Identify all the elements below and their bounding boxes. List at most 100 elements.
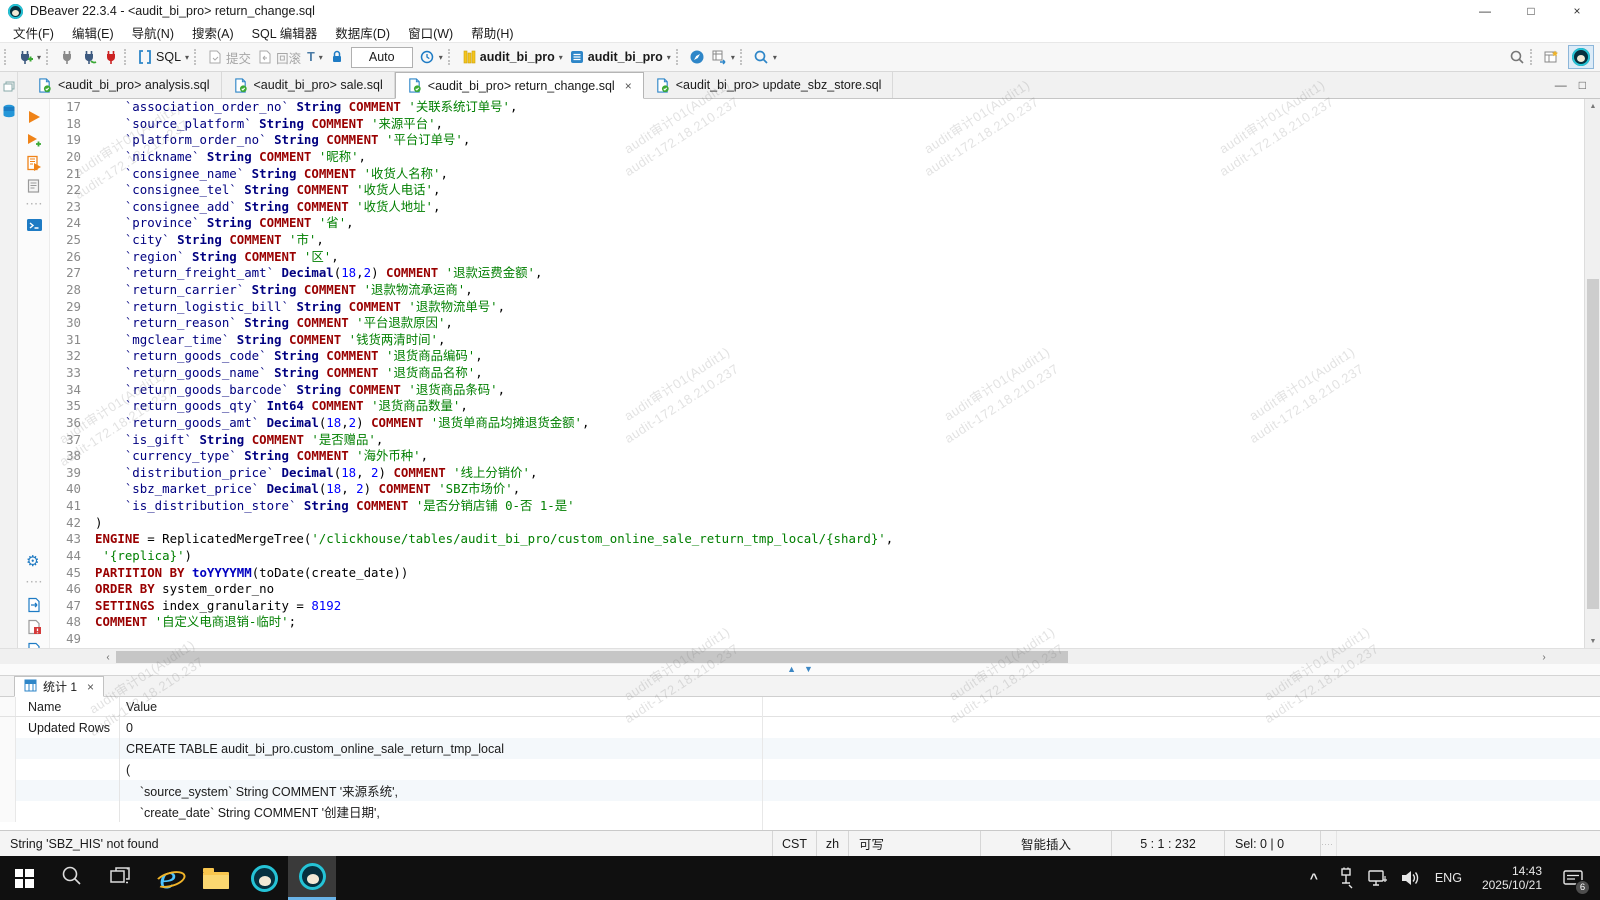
menu-item[interactable]: 文件(F) [4,22,63,43]
editor-tab[interactable]: <audit_bi_pro> update_sbz_store.sql [644,72,894,98]
code-line[interactable]: 23 `consignee_add` String COMMENT '收货人地址… [50,199,1584,216]
start-button[interactable] [0,856,48,900]
code-line[interactable]: 22 `consignee_tel` String COMMENT '收货人电话… [50,182,1584,199]
code-line[interactable]: 21 `consignee_name` String COMMENT '收货人名… [50,166,1584,183]
panel-splitter[interactable]: ▲ ▼ [0,664,1600,676]
file-alert-icon[interactable] [26,619,44,637]
code-line[interactable]: 48COMMENT '自定义电商退销-临时'; [50,614,1584,631]
code-line[interactable]: 39 `distribution_price` Decimal(18, 2) C… [50,465,1584,482]
minimize-button[interactable]: — [1462,0,1508,22]
code-line[interactable]: 45PARTITION BY toYYYYMM(toDate(create_da… [50,565,1584,582]
table-row[interactable]: `source_system` String COMMENT '来源系统', [0,780,1600,801]
rollback-button[interactable]: 回滚 [254,46,304,69]
maximize-button[interactable]: □ [1508,0,1554,22]
commit-button[interactable]: 提交 [204,46,254,69]
notification-center-button[interactable]: 6 [1556,864,1590,892]
explain-plan-icon[interactable] [26,178,44,196]
code-line[interactable]: 35 `return_goods_qty` Int64 COMMENT '退货商… [50,398,1584,415]
menu-item[interactable]: 编辑(E) [63,22,123,43]
search-dropdown-button[interactable]: ▾ [750,47,780,67]
editor-tab[interactable]: <audit_bi_pro> analysis.sql [26,72,222,98]
code-line[interactable]: 46ORDER BY system_order_no [50,581,1584,598]
database-navigator-icon[interactable] [2,104,16,125]
table-row[interactable]: Updated Rows0 [0,717,1600,738]
execute-script-icon[interactable] [26,155,44,173]
speaker-icon[interactable] [1397,864,1423,892]
language-indicator[interactable]: ENG [1429,871,1468,885]
close-button[interactable]: × [1554,0,1600,22]
new-connection-button[interactable]: ▾ [14,47,44,67]
code-line[interactable]: 41 `is_distribution_store` String COMMEN… [50,498,1584,515]
task-view-button[interactable] [96,856,144,900]
code-line[interactable]: 17 `association_order_no` String COMMENT… [50,99,1584,116]
table-row[interactable]: `create_date` String COMMENT '创建日期', [0,801,1600,822]
splitter-up-icon[interactable]: ▲ [787,665,796,674]
database-selector[interactable]: audit_bi_pro ▾ [458,47,566,67]
vscroll-thumb[interactable] [1587,279,1599,609]
export-file-icon[interactable] [26,597,44,615]
code-line[interactable]: 49 [50,631,1584,648]
scroll-left-icon[interactable]: ‹ [100,649,116,665]
dbeaver-taskbar-button[interactable] [240,856,288,900]
sql-editor-button[interactable]: SQL ▾ [134,47,192,67]
editor-tab[interactable]: <audit_bi_pro> sale.sql [222,72,395,98]
dbeaver-taskbar-button-active[interactable] [288,856,336,900]
code-line[interactable]: 47SETTINGS index_granularity = 8192 [50,598,1584,615]
column-header-name[interactable]: Name [16,697,120,716]
code-line[interactable]: 33 `return_goods_name` String COMMENT '退… [50,365,1584,382]
scroll-down-icon[interactable]: ▼ [1585,634,1600,648]
code-line[interactable]: 30 `return_reason` String COMMENT '平台退款原… [50,315,1584,332]
menu-item[interactable]: 帮助(H) [462,22,522,43]
editor-tab[interactable]: <audit_bi_pro> return_change.sql× [395,72,644,99]
dbeaver-perspective-button[interactable] [1568,45,1594,69]
export-button[interactable]: ▾ [708,47,738,67]
transaction-log-button[interactable]: ▾ [416,47,446,67]
connect-button[interactable] [56,47,78,67]
code-line[interactable]: 31 `mgclear_time` String COMMENT '钱货两清时间… [50,332,1584,349]
reconnect-button[interactable] [78,47,100,67]
menu-item[interactable]: 搜索(A) [183,22,243,43]
horizontal-scrollbar[interactable]: ‹ › [0,648,1600,664]
quick-search-button[interactable] [1506,47,1528,67]
code-line[interactable]: 27 `return_freight_amt` Decimal(18,2) CO… [50,265,1584,282]
code-line[interactable]: 43ENGINE = ReplicatedMergeTree('/clickho… [50,531,1584,548]
code-line[interactable]: 42) [50,515,1584,532]
menu-item[interactable]: SQL 编辑器 [243,22,327,43]
lock-button[interactable] [326,47,348,67]
settings-gear-icon[interactable]: ⚙ [26,554,44,572]
execute-new-tab-icon[interactable] [26,132,44,150]
minimize-view-icon[interactable]: — [1555,78,1567,92]
tray-chevron-up-icon[interactable]: ^ [1301,864,1327,892]
code-line[interactable]: 29 `return_logistic_bill` String COMMENT… [50,299,1584,316]
code-line[interactable]: 18 `source_platform` String COMMENT '来源平… [50,116,1584,133]
scroll-up-icon[interactable]: ▲ [1585,99,1600,113]
sql-console-icon[interactable] [26,217,44,235]
code-line[interactable]: 44 '{replica}') [50,548,1584,565]
code-line[interactable]: 28 `return_carrier` String COMMENT '退款物流… [50,282,1584,299]
code-line[interactable]: 37 `is_gift` String COMMENT '是否赠品', [50,432,1584,449]
taskbar-search-button[interactable] [48,856,96,900]
code-line[interactable]: 26 `region` String COMMENT '区', [50,249,1584,266]
menu-item[interactable]: 数据库(D) [326,22,399,43]
execute-statement-icon[interactable] [26,109,44,127]
menu-item[interactable]: 导航(N) [123,22,183,43]
code-line[interactable]: 25 `city` String COMMENT '市', [50,232,1584,249]
close-icon[interactable]: × [625,79,632,93]
table-row[interactable]: ( [0,759,1600,780]
navigate-button[interactable] [686,47,708,67]
open-perspective-button[interactable] [1540,47,1562,67]
menu-item[interactable]: 窗口(W) [399,22,462,43]
disconnect-button[interactable] [100,47,122,67]
code-line[interactable]: 34 `return_goods_barcode` String COMMENT… [50,382,1584,399]
code-line[interactable]: 40 `sbz_market_price` Decimal(18, 2) COM… [50,481,1584,498]
statistics-tab[interactable]: 统计 1 × [14,676,104,697]
schema-selector[interactable]: audit_bi_pro ▾ [566,47,674,67]
autocommit-combobox[interactable]: Auto [351,47,413,68]
scroll-right-icon[interactable]: › [1536,649,1552,665]
taskbar-clock[interactable]: 14:43 2025/10/21 [1474,864,1550,892]
maximize-view-icon[interactable]: □ [1579,78,1586,92]
internet-explorer-button[interactable]: e [144,856,192,900]
table-row[interactable]: CREATE TABLE audit_bi_pro.custom_online_… [0,738,1600,759]
code-line[interactable]: 32 `return_goods_code` String COMMENT '退… [50,348,1584,365]
sql-editor[interactable]: 17 `association_order_no` String COMMENT… [50,99,1584,648]
